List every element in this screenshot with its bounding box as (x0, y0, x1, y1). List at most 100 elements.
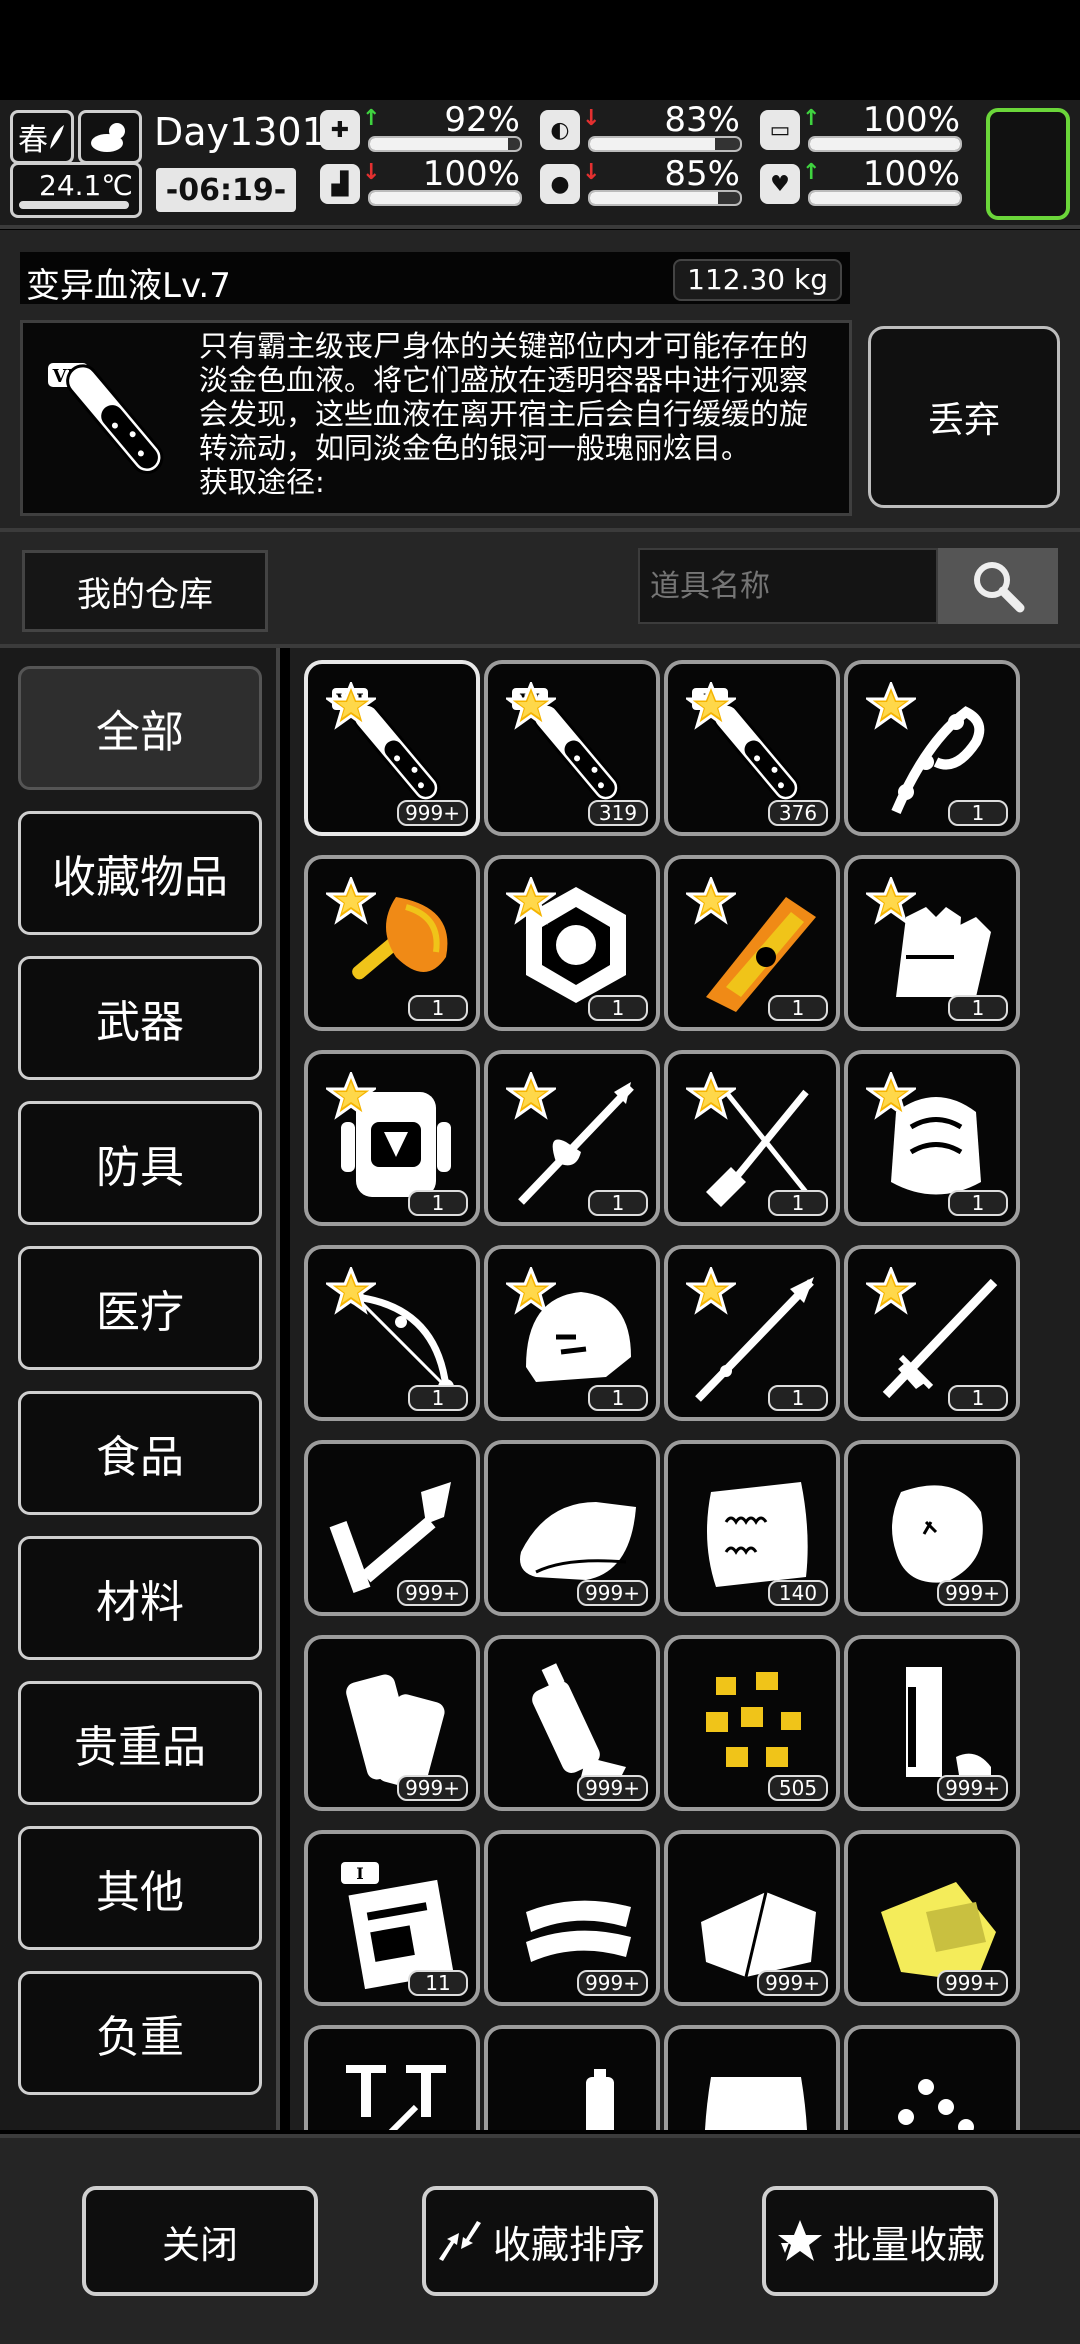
clock-display: -06:19- (156, 168, 296, 212)
category-tab[interactable]: 其他 (18, 1826, 262, 1950)
category-tab[interactable]: 防具 (18, 1101, 262, 1225)
inventory-slot[interactable]: 999+ (484, 1635, 660, 1811)
item-weight: 112.30 kg (673, 259, 842, 301)
inventory-slot[interactable]: 1 (664, 1245, 840, 1421)
inventory-slot[interactable]: 1 (304, 855, 480, 1031)
syringe-icon (346, 2065, 446, 2130)
inventory-slot[interactable]: 999+ (484, 1830, 660, 2006)
inventory-slot[interactable] (484, 2025, 660, 2130)
batch-favorite-button[interactable]: 批量收藏 (762, 2186, 998, 2296)
inventory-slot[interactable]: 140 (664, 1440, 840, 1616)
item-count: 505 (768, 1775, 828, 1801)
inventory-slot[interactable]: 1 (484, 1050, 660, 1226)
inventory-slot[interactable]: 999+ (484, 1440, 660, 1616)
inventory-slot[interactable]: 1 (664, 855, 840, 1031)
stat-bar (588, 136, 742, 152)
batch-label: 批量收藏 (832, 2222, 985, 2267)
item-count: 376 (768, 800, 828, 826)
item-count: 999+ (397, 1580, 468, 1606)
favorite-star-icon (506, 1072, 556, 1120)
category-tab[interactable]: 医疗 (18, 1246, 262, 1370)
stat-value: 100% (862, 154, 960, 194)
sidebar-divider (276, 648, 280, 2130)
item-count: 1 (408, 1190, 468, 1216)
item-count: 1 (408, 995, 468, 1021)
inventory-slot[interactable] (664, 2025, 840, 2130)
category-tab[interactable]: 收藏物品 (18, 811, 262, 935)
inventory-slot[interactable]: VII999+ (304, 660, 480, 836)
inventory-slot[interactable]: 999+ (844, 1635, 1020, 1811)
stat-value: 100% (862, 100, 960, 140)
item-detail-panel: 变异血液Lv.7 112.30 kg VII 只有霸主级丧尸身体的关键部位内才可… (0, 230, 1080, 532)
close-button[interactable]: 关闭 (82, 2186, 318, 2296)
stat-value: 100% (422, 154, 520, 194)
item-title-bar: 变异血液Lv.7 112.30 kg (20, 252, 850, 306)
inventory-slot[interactable]: V376 (664, 660, 840, 836)
stat-bar (368, 190, 522, 206)
inventory-slot[interactable]: 999+ (304, 1440, 480, 1616)
category-tab[interactable]: 材料 (18, 1536, 262, 1660)
favorite-star-icon (326, 1267, 376, 1315)
search-button[interactable] (938, 548, 1058, 624)
category-tab[interactable]: 负重 (18, 1971, 262, 2095)
inventory-slot[interactable] (844, 2025, 1020, 2130)
item-count: 1 (768, 995, 828, 1021)
inventory-slot[interactable]: 1 (844, 660, 1020, 836)
favorite-star-icon (686, 1072, 736, 1120)
inventory-slot[interactable]: 1 (844, 1050, 1020, 1226)
stat-value: 85% (664, 154, 740, 194)
favorite-star-icon (686, 1267, 736, 1315)
battery-icon (586, 2069, 614, 2130)
item-count: 319 (588, 800, 648, 826)
inventory-slot[interactable] (304, 2025, 480, 2130)
inventory-slot[interactable]: 1 (304, 1245, 480, 1421)
inventory-slot[interactable]: VI319 (484, 660, 660, 836)
sack-icon (704, 2077, 808, 2130)
inventory-slot[interactable]: 505 (664, 1635, 840, 1811)
thermometer-icon (19, 201, 129, 209)
trend-down-icon: ↓ (582, 160, 601, 185)
item-count: 1 (768, 1190, 828, 1216)
trend-down-icon: ↓ (582, 106, 601, 131)
stat-gauge: ● ↓ 85% (540, 154, 750, 208)
category-tab[interactable]: 全部 (18, 666, 262, 790)
item-count: 1 (948, 1190, 1008, 1216)
source-label: 获取途径: (199, 465, 325, 499)
season-label: 春 (18, 123, 48, 158)
favorite-star-icon (326, 1072, 376, 1120)
item-count: 1 (768, 1385, 828, 1411)
inventory-slot[interactable]: I 11 (304, 1830, 480, 2006)
favorite-sort-button[interactable]: 收藏排序 (422, 2186, 658, 2296)
item-count: 1 (588, 1385, 648, 1411)
inventory-slot[interactable]: 1 (484, 855, 660, 1031)
inventory-slot[interactable]: 1 (304, 1050, 480, 1226)
inventory-slot[interactable]: 1 (844, 1245, 1020, 1421)
item-count: 999+ (937, 1580, 1008, 1606)
inventory-slot[interactable]: 999+ (844, 1830, 1020, 2006)
item-count: 1 (408, 1385, 468, 1411)
season-indicator: 春 (10, 110, 74, 164)
inventory-slot[interactable]: 999+ (844, 1440, 1020, 1616)
category-tab[interactable]: 食品 (18, 1391, 262, 1515)
discard-button[interactable]: 丢弃 (868, 326, 1060, 508)
blood-vial-vii-icon: VII (33, 333, 203, 503)
inventory-slot[interactable]: 1 (844, 855, 1020, 1031)
inventory-slot[interactable]: 1 (664, 1050, 840, 1226)
item-count: 999+ (937, 1775, 1008, 1801)
inventory-slot[interactable]: 999+ (304, 1635, 480, 1811)
search-input[interactable] (638, 548, 938, 624)
trend-up-icon: ↑ (362, 106, 381, 131)
sort-label: 收藏排序 (492, 2222, 645, 2267)
category-tab[interactable]: 武器 (18, 956, 262, 1080)
category-tab[interactable]: 贵重品 (18, 1681, 262, 1805)
stat-gauge: ♥ ↑ 100% (760, 154, 970, 208)
quick-slot-button[interactable] (986, 108, 1070, 220)
warehouse-tab[interactable]: 我的仓库 (22, 550, 268, 632)
svg-text:I: I (356, 1864, 363, 1883)
inventory-slot[interactable]: 1 (484, 1245, 660, 1421)
boot-icon: ▟ (320, 164, 360, 204)
inventory-slot[interactable]: 999+ (664, 1830, 840, 2006)
item-count: 1 (948, 800, 1008, 826)
weather-indicator (78, 110, 142, 164)
stat-bar (808, 136, 962, 152)
